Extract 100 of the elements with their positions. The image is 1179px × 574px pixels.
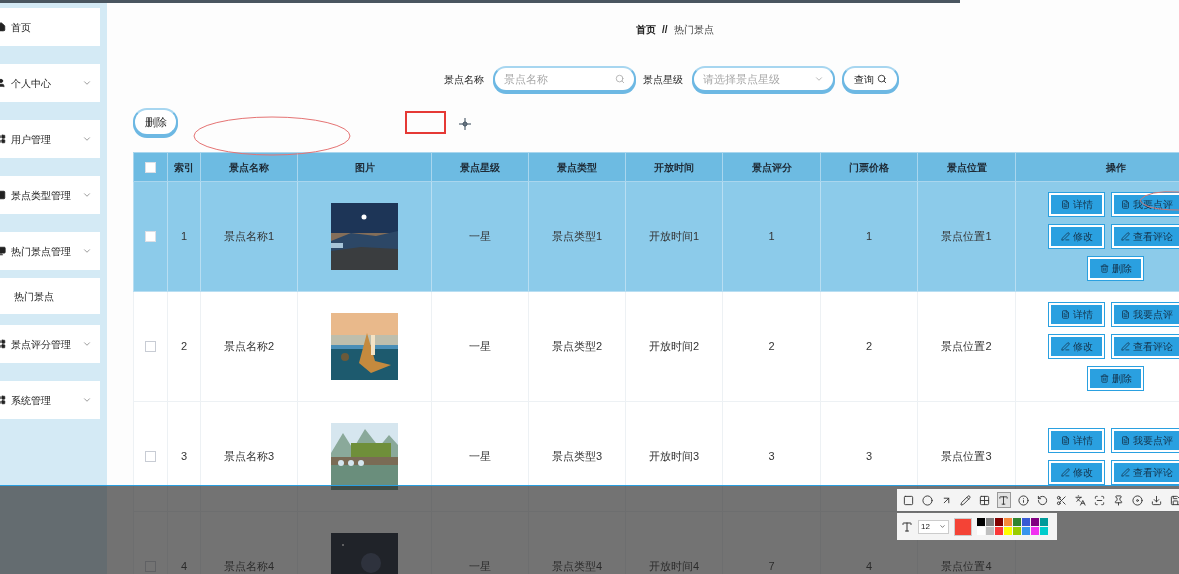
action-button[interactable]: 修改 — [1049, 461, 1104, 484]
chevron-icon — [814, 74, 824, 84]
table-cell: 7 — [768, 560, 775, 573]
table-cell: 景点类型1 — [551, 230, 603, 243]
pen-icon — [1060, 468, 1070, 477]
query-button[interactable]: 查询 — [842, 66, 899, 92]
sidebar-item[interactable]: 个人中心 — [0, 64, 100, 102]
sidebar-item[interactable]: 首页 — [0, 8, 100, 46]
action-button[interactable]: 删除 — [1088, 367, 1143, 390]
table-cell: 开放时间1 — [648, 230, 700, 243]
color-swatch[interactable] — [1040, 527, 1048, 535]
color-swatch[interactable] — [995, 518, 1003, 526]
action-button[interactable]: 我要点评 — [1112, 429, 1179, 452]
table-cell: 开放时间3 — [648, 450, 700, 463]
color-swatch[interactable] — [986, 518, 994, 526]
color-swatch[interactable] — [1013, 527, 1021, 535]
table-row[interactable]: 3 景点名称3 一星 景点类型3 开放时间3 3 3 景点位置3 详情 我要点评 修改 查看评论 — [133, 401, 1179, 512]
action-button[interactable]: 修改 — [1049, 225, 1104, 248]
pen-icon — [1121, 232, 1130, 241]
row-checkbox[interactable] — [145, 341, 156, 352]
font-size-select[interactable]: 12 — [918, 519, 949, 534]
action-button[interactable]: 详情 — [1049, 429, 1104, 452]
trash-icon — [1099, 264, 1109, 273]
color-swatch[interactable] — [1031, 527, 1039, 535]
action-button[interactable]: 修改 — [1049, 335, 1104, 358]
color-swatch[interactable] — [977, 527, 985, 535]
current-color-swatch[interactable] — [954, 517, 972, 536]
table-cell: 2 — [180, 340, 188, 353]
field-label: 景点星级 — [643, 72, 683, 87]
column-header: 景点评分 — [722, 152, 821, 182]
search-icon — [615, 74, 625, 84]
pen-icon — [1060, 232, 1070, 241]
font-icon — [901, 520, 913, 533]
color-swatch[interactable] — [1040, 518, 1048, 526]
table-cell: 1 — [180, 230, 188, 243]
action-button[interactable]: 查看评论 — [1112, 335, 1179, 358]
color-swatch[interactable] — [977, 518, 985, 526]
breadcrumb-current: 热门景点 — [673, 22, 714, 37]
sidebar-item[interactable]: 景点类型管理 — [0, 176, 100, 214]
document-icon — [1121, 310, 1130, 319]
search-field[interactable]: 景点名称 — [493, 66, 636, 92]
action-button[interactable]: 查看评论 — [1112, 461, 1179, 484]
select-all-checkbox[interactable] — [145, 161, 156, 173]
table-cell: 3 — [865, 450, 873, 463]
record-tool[interactable] — [1130, 492, 1144, 508]
select-field[interactable]: 请选择景点星级 — [692, 66, 835, 92]
sidebar-item[interactable]: 景点评分管理 — [0, 325, 100, 363]
color-swatch[interactable] — [1004, 518, 1012, 526]
document-icon — [1121, 200, 1130, 209]
text-tool[interactable] — [997, 492, 1011, 508]
scan-icon — [1093, 494, 1105, 506]
undo-icon — [1036, 494, 1048, 506]
table-row[interactable]: 2 景点名称2 一星 景点类型2 开放时间2 2 2 景点位置2 详情 我要点评 修改 查看评论 删除 — [133, 291, 1179, 402]
table-cell: 1 — [865, 230, 873, 243]
color-swatch[interactable] — [986, 527, 994, 535]
caret-icon — [939, 523, 946, 530]
column-header: 景点类型 — [528, 152, 626, 182]
row-checkbox[interactable] — [145, 451, 156, 462]
action-button[interactable]: 删除 — [1088, 257, 1143, 280]
pencil-tool[interactable] — [959, 492, 973, 508]
column-header: 操作 — [1015, 152, 1179, 182]
color-swatch[interactable] — [1022, 527, 1030, 535]
sidebar-item[interactable]: 用户管理 — [0, 120, 100, 158]
submenu-item[interactable]: 热门景点 — [0, 278, 100, 314]
table-cell: 景点名称3 — [223, 450, 275, 463]
row-checkbox[interactable] — [145, 231, 156, 242]
rectangle-icon — [903, 494, 915, 506]
delete-button[interactable]: 删除 — [133, 108, 178, 136]
table-cell: 景点名称1 — [223, 230, 275, 243]
sidebar-item[interactable]: 热门景点管理 — [0, 232, 100, 270]
table-cell: 一星 — [469, 340, 491, 353]
table-cell: 景点位置3 — [941, 450, 992, 463]
table-cell: 景点类型2 — [551, 340, 603, 353]
action-button[interactable]: 查看评论 — [1112, 225, 1179, 248]
column-header: 景点名称 — [200, 152, 298, 182]
pin-icon — [1112, 494, 1124, 506]
color-swatch[interactable] — [1013, 518, 1021, 526]
pencil-icon — [960, 494, 972, 506]
action-button[interactable]: 我要点评 — [1112, 303, 1179, 326]
color-swatch[interactable] — [1031, 518, 1039, 526]
color-swatch[interactable] — [1022, 518, 1030, 526]
breadcrumb-link[interactable]: 首页 — [636, 21, 656, 37]
column-header: 开放时间 — [625, 152, 723, 182]
color-swatch[interactable] — [1004, 527, 1012, 535]
circle-tool[interactable] — [921, 492, 935, 508]
number-tool[interactable] — [1016, 492, 1030, 508]
column-header: 景点星级 — [431, 152, 529, 182]
chevron-icon — [82, 246, 92, 256]
document-icon — [1121, 436, 1130, 445]
action-button[interactable]: 详情 — [1049, 193, 1104, 216]
table-cell: 一星 — [469, 230, 491, 243]
table-cell: 1 — [768, 230, 775, 243]
table-cell: 景点名称2 — [223, 340, 275, 353]
color-swatch[interactable] — [995, 527, 1003, 535]
table-cell: 3 — [180, 450, 188, 463]
pen-icon — [1121, 342, 1130, 351]
table-cell: 开放时间4 — [648, 560, 700, 573]
sidebar-item[interactable]: 系统管理 — [0, 381, 100, 419]
action-button[interactable]: 详情 — [1049, 303, 1104, 326]
translate-tool[interactable] — [1073, 492, 1087, 508]
